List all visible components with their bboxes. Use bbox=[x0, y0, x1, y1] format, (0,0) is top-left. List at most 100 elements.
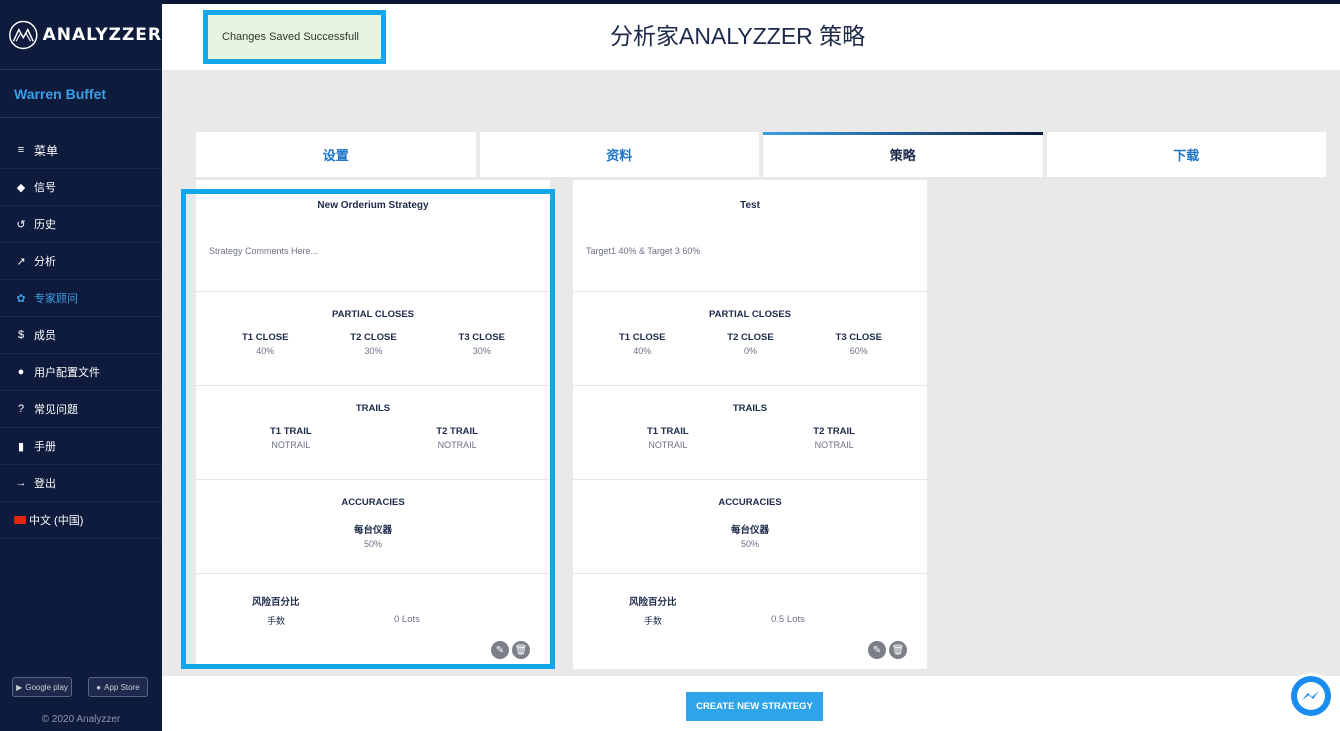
messenger-icon[interactable] bbox=[1288, 673, 1334, 719]
sidebar-item-label: 菜单 bbox=[34, 143, 59, 158]
close-value: 40% bbox=[256, 346, 275, 356]
apple-icon: ● bbox=[96, 682, 102, 692]
tab-profile[interactable]: 资料 bbox=[479, 132, 759, 177]
history-icon: ↺ bbox=[16, 218, 26, 231]
partial-closes-section: PARTIAL CLOSES T1 CLOSE 40% T2 CLOSE 0% T3… bbox=[573, 291, 927, 385]
store-label: App Store bbox=[104, 682, 140, 692]
sidebar-item-menu[interactable]: ≡ 菜单 bbox=[0, 132, 162, 169]
tab-bar: 设置 资料 策略 下载 bbox=[196, 132, 1326, 177]
sidebar-item-manual[interactable]: ▮ 手册 bbox=[0, 428, 162, 465]
lots-label: 手数 bbox=[644, 616, 663, 626]
trail-value: NOTRAIL bbox=[814, 440, 854, 450]
trail-value: NOTRAIL bbox=[271, 440, 311, 450]
lots-value: 0.5 Lots bbox=[771, 614, 805, 625]
chart-line-icon: ↗ bbox=[16, 255, 26, 268]
sidebar-item-label: 用户配置文件 bbox=[34, 367, 100, 379]
signal-icon: ◆ bbox=[16, 181, 26, 194]
sidebar: ANALYZZER Warren Buffet ≡ 菜单 ◆ 信号 ↺ 历史 ↗… bbox=[0, 0, 162, 731]
question-icon: ? bbox=[17, 403, 25, 415]
edit-icon[interactable]: ✎ bbox=[868, 641, 886, 659]
sidebar-item-language[interactable]: 中文 (中国) bbox=[0, 502, 162, 539]
sign-out-icon: → bbox=[15, 477, 27, 489]
sidebar-item-label: 成员 bbox=[34, 330, 56, 342]
sidebar-item-label: 手册 bbox=[34, 441, 56, 453]
sidebar-item-faq[interactable]: ? 常见问题 bbox=[0, 391, 162, 428]
messenger-bubble-icon bbox=[1291, 676, 1331, 716]
create-strategy-button[interactable]: CREATE NEW STRATEGY bbox=[686, 692, 823, 721]
sidebar-item-label: 信号 bbox=[34, 182, 56, 194]
close-label: T1 CLOSE bbox=[619, 332, 666, 343]
app-store-badge[interactable]: ● App Store bbox=[88, 677, 148, 697]
google-play-badge[interactable]: ▶ Google play bbox=[12, 677, 72, 697]
strategy-card: Test Target1 40% & Target 3 60% PARTIAL … bbox=[573, 180, 927, 669]
sidebar-item-label: 中文 (中国) bbox=[29, 515, 84, 527]
sidebar-item-label: 专家顾问 bbox=[34, 293, 78, 305]
tab-settings[interactable]: 设置 bbox=[196, 132, 476, 177]
trails-section: TRAILS T1 TRAIL NOTRAIL T2 TRAIL NOTRAIL bbox=[196, 385, 550, 479]
trail-label: T1 TRAIL bbox=[647, 426, 689, 437]
risk-heading: 风险百分比 bbox=[629, 597, 677, 608]
sidebar-menu: ≡ 菜单 ◆ 信号 ↺ 历史 ↗ 分析 ✿ 专家顾问 $ 成员 ● 用户配置文件… bbox=[0, 132, 162, 539]
analyzzer-logo-icon bbox=[9, 20, 38, 49]
dollar-icon: $ bbox=[17, 329, 25, 341]
tab-strategy[interactable]: 策略 bbox=[763, 132, 1043, 177]
trail-label: T1 TRAIL bbox=[270, 426, 312, 437]
gear-icon: ✿ bbox=[16, 292, 26, 305]
close-value: 60% bbox=[849, 346, 868, 356]
delete-icon[interactable]: 🗑 bbox=[889, 641, 907, 659]
close-value: 30% bbox=[364, 346, 383, 356]
sidebar-item-logout[interactable]: → 登出 bbox=[0, 465, 162, 502]
edit-icon[interactable]: ✎ bbox=[491, 641, 509, 659]
close-label: T2 CLOSE bbox=[727, 332, 774, 343]
lots-label: 手数 bbox=[267, 616, 286, 626]
book-icon: ▮ bbox=[17, 440, 25, 453]
sidebar-item-label: 分析 bbox=[34, 256, 56, 268]
section-heading: TRAILS bbox=[355, 403, 391, 414]
brand[interactable]: ANALYZZER bbox=[0, 0, 162, 70]
trail-label: T2 TRAIL bbox=[436, 426, 478, 437]
play-icon: ▶ bbox=[16, 682, 23, 692]
sidebar-item-profile[interactable]: ● 用户配置文件 bbox=[0, 354, 162, 391]
copyright: © 2020 Analyzzer bbox=[41, 714, 121, 725]
sidebar-item-label: 登出 bbox=[34, 478, 56, 490]
close-value: 30% bbox=[472, 346, 491, 356]
trail-value: NOTRAIL bbox=[648, 440, 688, 450]
trail-value: NOTRAIL bbox=[437, 440, 477, 450]
sidebar-item-membership[interactable]: $ 成员 bbox=[0, 317, 162, 354]
sidebar-item-analysis[interactable]: ↗ 分析 bbox=[0, 243, 162, 280]
brand-name: ANALYZZER bbox=[42, 24, 162, 45]
menu-icon: ≡ bbox=[17, 144, 25, 156]
partial-closes-section: PARTIAL CLOSES T1 CLOSE 40% T2 CLOSE 30% T… bbox=[196, 291, 550, 385]
tab-download[interactable]: 下载 bbox=[1046, 132, 1326, 177]
store-label: Google play bbox=[25, 682, 68, 692]
section-heading: TRAILS bbox=[732, 403, 768, 414]
accuracies-section: ACCURACIES 每台仪器 50% bbox=[196, 479, 550, 573]
toast-message: Changes Saved Successfull bbox=[222, 31, 359, 43]
section-heading: PARTIAL CLOSES bbox=[709, 309, 791, 320]
sidebar-item-history[interactable]: ↺ 历史 bbox=[0, 206, 162, 243]
user-name[interactable]: Warren Buffet bbox=[0, 70, 162, 118]
sidebar-item-signals[interactable]: ◆ 信号 bbox=[0, 169, 162, 206]
strategy-comment: Target1 40% & Target 3 60% bbox=[586, 246, 701, 256]
sidebar-item-expert-advisor[interactable]: ✿ 专家顾问 bbox=[0, 280, 162, 317]
close-value: 0% bbox=[743, 346, 757, 356]
close-value: 40% bbox=[633, 346, 652, 356]
delete-icon[interactable]: 🗑 bbox=[512, 641, 530, 659]
close-label: T1 CLOSE bbox=[242, 332, 289, 343]
accuracy-label: 每台仪器 bbox=[353, 525, 392, 536]
card-actions: ✎ 🗑 bbox=[491, 641, 530, 659]
risk-heading: 风险百分比 bbox=[252, 597, 300, 608]
card-actions: ✎ 🗑 bbox=[868, 641, 907, 659]
page-title: 分析家ANALYZZER 策略 bbox=[610, 23, 866, 49]
accuracies-section: ACCURACIES 每台仪器 50% bbox=[573, 479, 927, 573]
success-toast: Changes Saved Successfull bbox=[203, 10, 386, 64]
strategy-comment: Strategy Comments Here... bbox=[209, 246, 319, 256]
section-heading: ACCURACIES bbox=[341, 497, 405, 508]
accuracy-value: 50% bbox=[740, 539, 759, 549]
accuracy-value: 50% bbox=[363, 539, 382, 549]
strategy-title: Test bbox=[740, 200, 760, 211]
strategy-card: New Orderium Strategy Strategy Comments … bbox=[196, 180, 550, 669]
user-circle-icon: ● bbox=[17, 366, 25, 378]
section-heading: PARTIAL CLOSES bbox=[332, 309, 414, 320]
close-label: T3 CLOSE bbox=[458, 332, 505, 343]
